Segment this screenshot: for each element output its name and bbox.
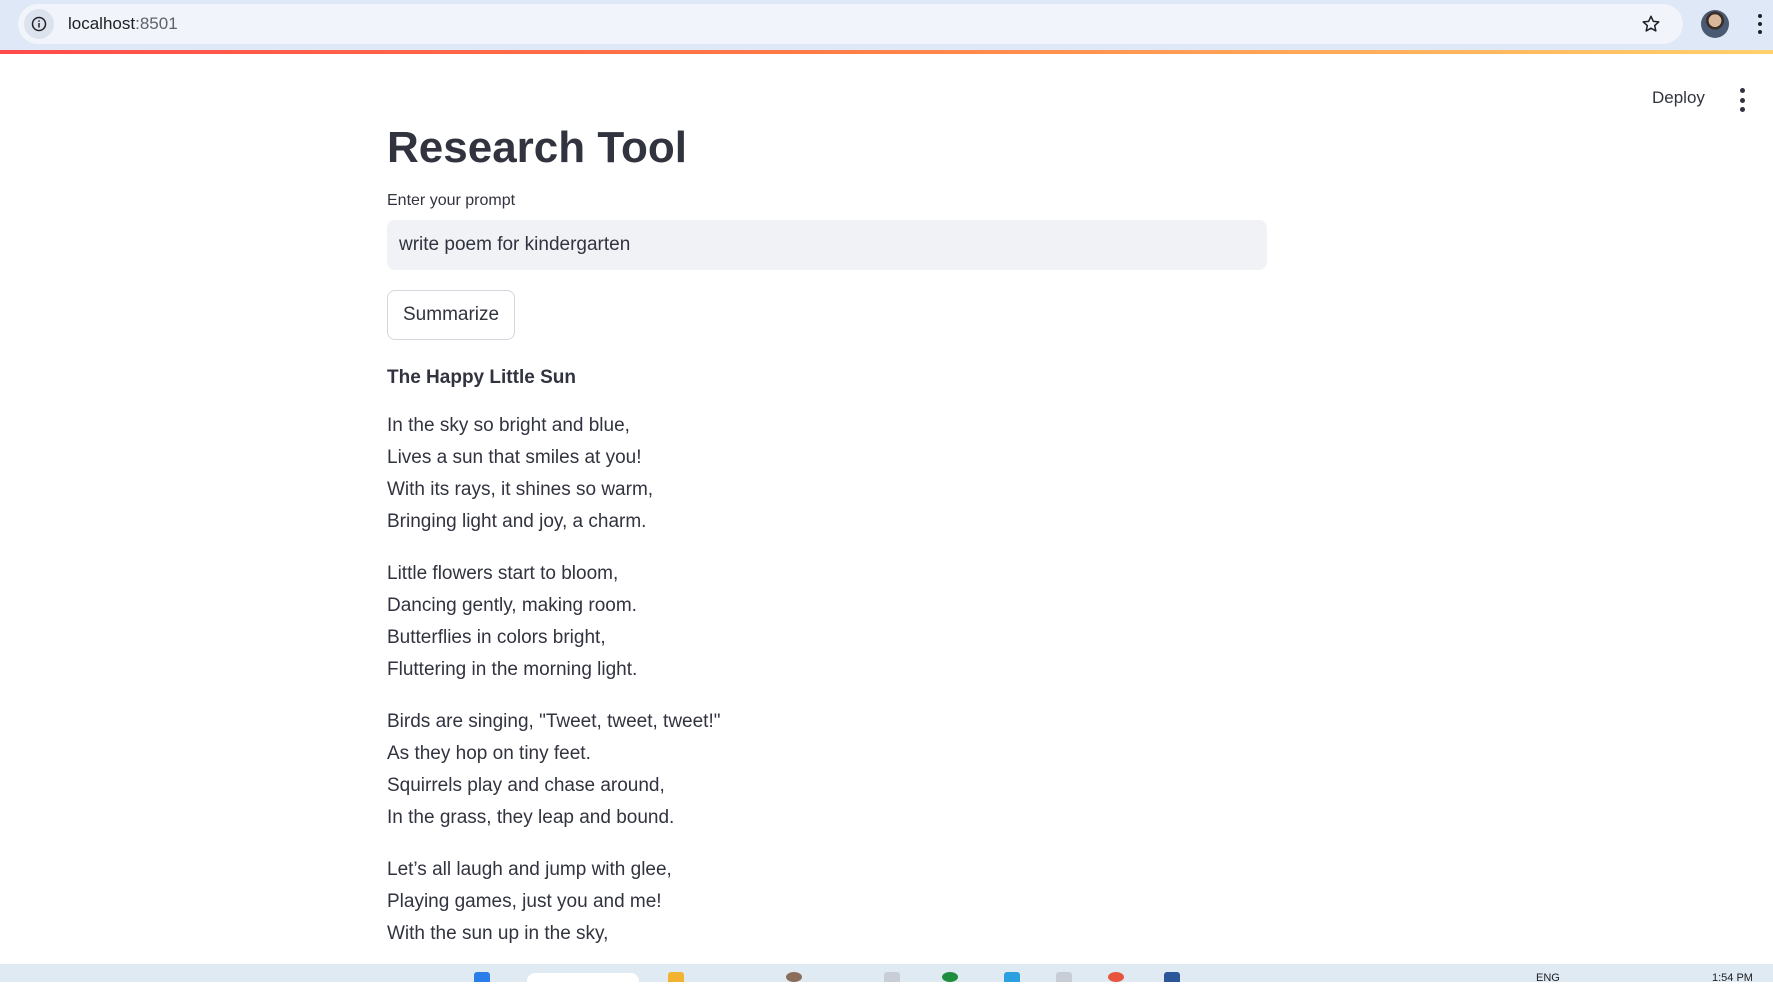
poem-stanza: Little flowers start to bloom, Dancing g… — [387, 558, 1267, 686]
poem-line: As they hop on tiny feet. — [387, 743, 591, 764]
bookmark-star-icon[interactable] — [1641, 14, 1661, 34]
poem-stanza: Birds are singing, "Tweet, tweet, tweet!… — [387, 706, 1267, 834]
poem-line: Birds are singing, "Tweet, tweet, tweet!… — [387, 711, 721, 732]
poem-line: Butterflies in colors bright, — [387, 627, 606, 648]
poem-line: Let’s all laugh and jump with glee, — [387, 859, 672, 880]
app-icon[interactable] — [1056, 972, 1072, 982]
main-menu-icon[interactable] — [1734, 88, 1750, 112]
poem-line: Lives a sun that smiles at you! — [387, 447, 642, 468]
poem-title: The Happy Little Sun — [387, 367, 576, 388]
main-content: Research Tool Enter your prompt Summariz… — [387, 118, 1267, 950]
clock[interactable]: 1:54 PM — [1712, 972, 1753, 984]
user-photo-icon[interactable] — [786, 972, 802, 982]
poem-line: With its rays, it shines so warm, — [387, 479, 654, 500]
poem-line: In the grass, they leap and bound. — [387, 807, 675, 828]
windows-start-icon[interactable] — [474, 972, 490, 982]
deploy-button[interactable]: Deploy — [1644, 84, 1713, 112]
app-icon[interactable] — [884, 972, 900, 982]
vscode-icon[interactable] — [1164, 972, 1180, 982]
poem-line: Bringing light and joy, a charm. — [387, 511, 647, 532]
url-text: localhost:8501 — [68, 14, 178, 34]
prompt-label: Enter your prompt — [387, 192, 516, 209]
poem-line: Dancing gently, making room. — [387, 595, 637, 616]
address-bar[interactable]: localhost:8501 — [18, 4, 1683, 44]
app-icon[interactable] — [1108, 972, 1124, 982]
url-port: :8501 — [135, 14, 178, 33]
browser-toolbar: localhost:8501 — [0, 0, 1773, 50]
poem-line: With the sun up in the sky, — [387, 923, 609, 944]
poem-line: Little flowers start to bloom, — [387, 563, 619, 584]
browser-menu-icon[interactable] — [1757, 12, 1763, 36]
header-decoration — [0, 50, 1773, 54]
summarize-button[interactable]: Summarize — [387, 290, 516, 340]
site-info-icon[interactable] — [24, 9, 54, 39]
poem-line: Playing games, just you and me! — [387, 891, 662, 912]
page-title: Research Tool — [387, 123, 687, 172]
poem-line: Fluttering in the morning light. — [387, 659, 638, 680]
poem-line: In the sky so bright and blue, — [387, 415, 630, 436]
prompt-input[interactable] — [387, 220, 1267, 270]
language-indicator[interactable]: ENG — [1536, 972, 1560, 984]
poem-stanza: Let’s all laugh and jump with glee, Play… — [387, 854, 1267, 950]
file-explorer-icon[interactable] — [668, 972, 684, 982]
url-host: localhost — [68, 14, 136, 33]
taskbar-search-box[interactable] — [527, 973, 639, 982]
os-taskbar: ENG 1:54 PM — [0, 964, 1773, 984]
poem-stanza: In the sky so bright and blue, Lives a s… — [387, 410, 1267, 538]
poem-line: Squirrels play and chase around, — [387, 775, 665, 796]
profile-avatar[interactable] — [1701, 10, 1729, 38]
chrome-icon[interactable] — [942, 972, 958, 982]
edge-icon[interactable] — [1004, 972, 1020, 982]
